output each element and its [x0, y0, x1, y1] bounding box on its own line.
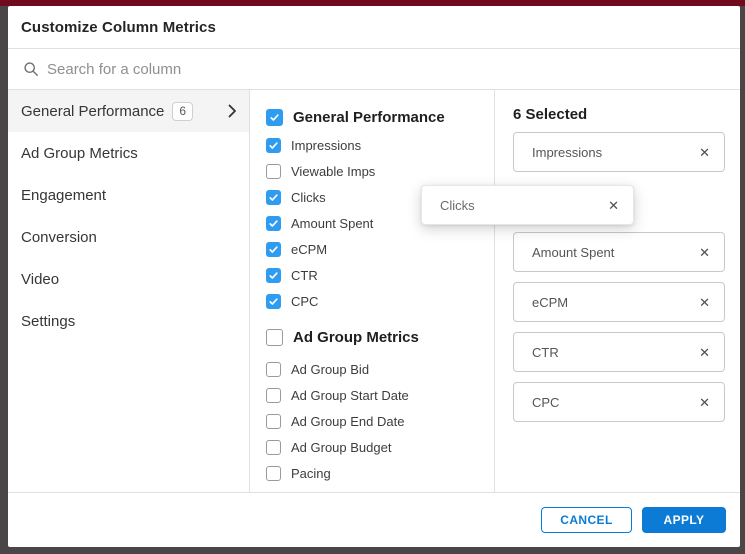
chip-label: CPC: [532, 394, 560, 410]
group-separator: [266, 314, 494, 322]
metric-row-ad-group-budget[interactable]: Ad Group Budget: [266, 434, 494, 460]
cancel-button[interactable]: CANCEL: [541, 507, 632, 533]
selected-chip-cpc[interactable]: CPC ✕: [513, 382, 725, 422]
remove-icon[interactable]: ✕: [699, 146, 710, 159]
sidebar-item-general-performance[interactable]: General Performance 6: [8, 90, 249, 132]
page-backdrop: Customize Column Metrics General Perform…: [0, 0, 745, 554]
metric-row-cpc[interactable]: CPC: [266, 288, 494, 314]
sidebar-item-label: Video: [21, 270, 60, 288]
checkbox-unchecked[interactable]: [266, 361, 281, 377]
checkbox-unchecked[interactable]: [266, 413, 281, 429]
checkbox-unchecked[interactable]: [266, 163, 281, 179]
sidebar-item-label: Engagement: [21, 186, 107, 204]
checkbox-unchecked[interactable]: [266, 387, 281, 403]
chip-label: CTR: [532, 344, 559, 360]
metric-label: CPC: [291, 293, 319, 309]
chevron-right-icon: [228, 104, 237, 118]
modal-footer: CANCEL APPLY: [8, 492, 740, 547]
checkbox-unchecked[interactable]: [266, 439, 281, 455]
selected-chip-amount-spent[interactable]: Amount Spent ✕: [513, 232, 725, 272]
metric-label: Ad Group Budget: [291, 439, 392, 455]
checkbox-unchecked[interactable]: [266, 328, 283, 346]
chip-label: eCPM: [532, 294, 569, 310]
selected-columns-panel: 6 Selected Impressions ✕ Amount Spent ✕ eCPM…: [495, 90, 740, 492]
sidebar-item-label: Conversion: [21, 228, 97, 246]
metric-label: Pacing: [291, 465, 331, 481]
sidebar-item-engagement[interactable]: Engagement: [8, 174, 249, 216]
dragging-chip[interactable]: Clicks ✕: [421, 185, 634, 225]
remove-icon[interactable]: ✕: [608, 199, 619, 212]
search-icon: [24, 62, 38, 76]
remove-icon[interactable]: ✕: [699, 396, 710, 409]
selected-chip-ecpm[interactable]: eCPM ✕: [513, 282, 725, 322]
sidebar-item-label: Settings: [21, 312, 76, 330]
metric-row-ctr[interactable]: CTR: [266, 262, 494, 288]
metric-row-viewable-imps[interactable]: Viewable Imps: [266, 158, 494, 184]
metric-label: eCPM: [291, 241, 328, 257]
checkbox-checked[interactable]: [266, 293, 281, 309]
metric-group-header-label: General Performance: [293, 108, 445, 126]
metric-label: Ad Group Bid: [291, 361, 370, 377]
sidebar-item-ad-group-metrics[interactable]: Ad Group Metrics: [8, 132, 249, 174]
selected-count-title: 6 Selected: [513, 106, 588, 123]
sidebar-item-label: Ad Group Metrics: [21, 144, 138, 162]
metric-label: Viewable Imps: [291, 163, 376, 179]
metric-label: Amount Spent: [291, 215, 374, 231]
remove-icon[interactable]: ✕: [699, 296, 710, 309]
dragging-chip-label: Clicks: [440, 197, 475, 213]
metrics-checkbox-list: General Performance Impressions Viewable I…: [250, 90, 495, 492]
checkbox-checked[interactable]: [266, 215, 281, 231]
metric-group-header-general-performance[interactable]: General Performance: [266, 102, 494, 132]
checkbox-checked[interactable]: [266, 189, 281, 205]
customize-column-metrics-modal: Customize Column Metrics General Perform…: [8, 6, 740, 547]
metric-label: Ad Group Start Date: [291, 387, 409, 403]
metric-group-header-ad-group-metrics[interactable]: Ad Group Metrics: [266, 322, 494, 352]
sidebar-item-conversion[interactable]: Conversion: [8, 216, 249, 258]
remove-icon[interactable]: ✕: [699, 246, 710, 259]
apply-button[interactable]: APPLY: [642, 507, 726, 533]
checkbox-checked[interactable]: [266, 241, 281, 257]
checkbox-checked[interactable]: [266, 137, 281, 153]
metric-row-ad-group-bid[interactable]: Ad Group Bid: [266, 356, 494, 382]
metric-label: Clicks: [291, 189, 326, 205]
selected-chip-impressions[interactable]: Impressions ✕: [513, 132, 725, 172]
selected-count-badge: 6: [172, 101, 194, 121]
metric-row-ecpm[interactable]: eCPM: [266, 236, 494, 262]
metric-label: Impressions: [291, 137, 362, 153]
search-bar: [8, 49, 740, 90]
metric-row-pacing[interactable]: Pacing: [266, 460, 494, 486]
metric-row-impressions[interactable]: Impressions: [266, 132, 494, 158]
chip-label: Amount Spent: [532, 244, 615, 260]
metric-row-ad-group-start-date[interactable]: Ad Group Start Date: [266, 382, 494, 408]
metric-label: CTR: [291, 267, 318, 283]
checkbox-checked[interactable]: [266, 267, 281, 283]
selected-chip-ctr[interactable]: CTR ✕: [513, 332, 725, 372]
checkbox-checked[interactable]: [266, 108, 283, 126]
sidebar-item-label: General Performance: [21, 102, 165, 120]
metric-label: Ad Group End Date: [291, 413, 405, 429]
category-sidebar: General Performance 6 Ad Group Metrics Enga…: [8, 90, 250, 492]
modal-body: General Performance 6 Ad Group Metrics Enga…: [8, 90, 740, 492]
sidebar-item-settings[interactable]: Settings: [8, 300, 249, 342]
modal-header: Customize Column Metrics: [8, 6, 740, 49]
sidebar-item-video[interactable]: Video: [8, 258, 249, 300]
selected-chips-list: Impressions ✕ Amount Spent ✕ eCPM ✕ CTR ✕ CPC ✕: [513, 132, 725, 422]
modal-title: Customize Column Metrics: [21, 18, 216, 36]
metric-row-ad-group-end-date[interactable]: Ad Group End Date: [266, 408, 494, 434]
search-input[interactable]: [47, 60, 740, 78]
remove-icon[interactable]: ✕: [699, 346, 710, 359]
metric-group-header-label: Ad Group Metrics: [293, 328, 419, 346]
checkbox-unchecked[interactable]: [266, 465, 281, 481]
chip-label: Impressions: [532, 144, 603, 160]
